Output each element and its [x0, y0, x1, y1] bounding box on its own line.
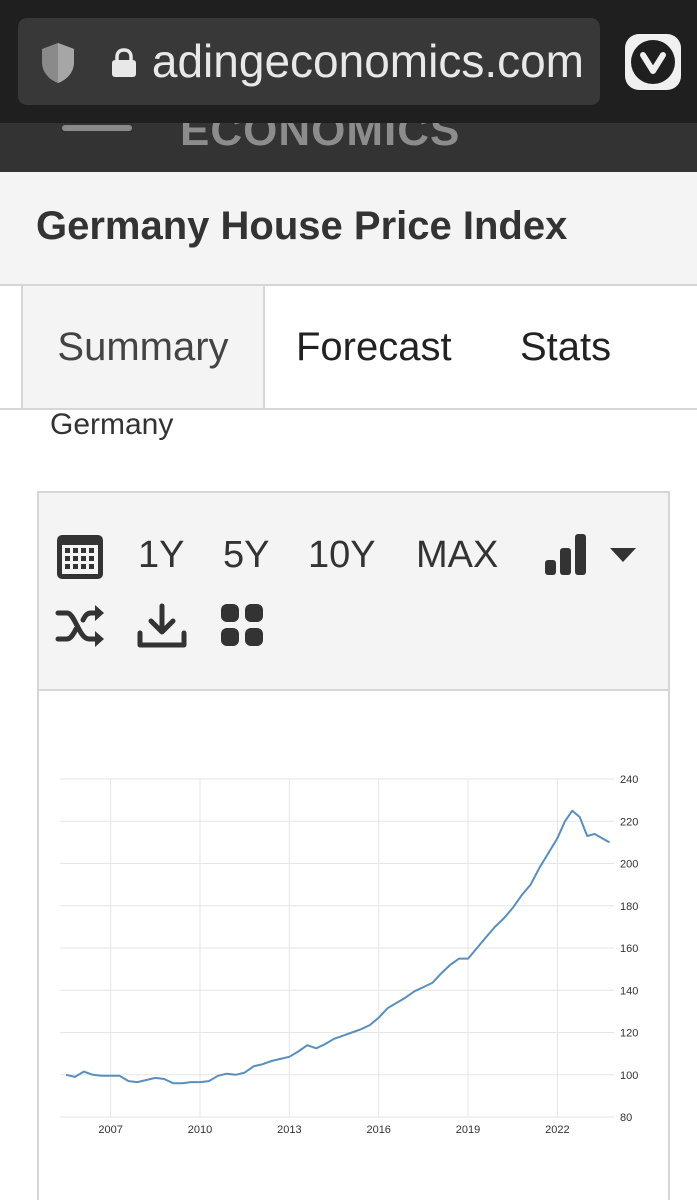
- tab-stats[interactable]: Stats: [520, 286, 611, 408]
- x-tick-label: 2019: [456, 1124, 480, 1136]
- house-price-line-chart: 80 100 120 140 160 180 200 220 240 2007 2010 2013 20…: [60, 774, 638, 1136]
- page-title: Germany House Price Index: [36, 204, 568, 248]
- site-logo[interactable]: ECONOMICS: [180, 123, 460, 153]
- url-text[interactable]: tradingeconomics.com: [152, 32, 584, 90]
- y-tick-label: 140: [620, 985, 638, 997]
- x-tick-label: 2013: [277, 1124, 301, 1136]
- y-tick-label: 160: [620, 943, 638, 955]
- site-header: ECONOMICS: [0, 123, 697, 172]
- x-tick-label: 2007: [98, 1124, 122, 1136]
- y-tick-label: 240: [620, 774, 638, 786]
- shield-icon[interactable]: [40, 42, 76, 84]
- shuffle-icon[interactable]: [55, 605, 105, 647]
- dropdown-caret-icon[interactable]: [609, 547, 637, 563]
- calendar-icon[interactable]: [55, 531, 105, 581]
- y-tick-label: 220: [620, 816, 638, 828]
- y-tick-label: 80: [620, 1112, 632, 1124]
- series-line: [65, 809, 610, 1085]
- y-tick-label: 200: [620, 859, 638, 871]
- address-bar[interactable]: tradingeconomics.com: [18, 18, 600, 105]
- title-bar: Germany House Price Index: [0, 172, 697, 286]
- hamburger-menu-icon[interactable]: [62, 125, 132, 131]
- tab-bar: Summary Forecast Stats: [0, 286, 697, 410]
- bar-chart-icon[interactable]: [544, 531, 588, 577]
- download-icon[interactable]: [137, 603, 187, 649]
- tab-forecast[interactable]: Forecast: [296, 286, 452, 408]
- country-label: Germany: [50, 408, 174, 441]
- vivaldi-logo-icon: [631, 40, 675, 84]
- x-tick-label: 2010: [188, 1124, 212, 1136]
- range-5y-button[interactable]: 5Y: [223, 533, 269, 577]
- chart-toolbar: 1Y 5Y 10Y MAX: [39, 493, 668, 691]
- tab-summary[interactable]: Summary: [21, 286, 265, 408]
- y-tick-label: 180: [620, 901, 638, 913]
- grid-icon[interactable]: [220, 603, 264, 647]
- y-tick-label: 120: [620, 1028, 638, 1040]
- x-tick-label: 2016: [366, 1124, 390, 1136]
- range-1y-button[interactable]: 1Y: [138, 533, 184, 577]
- range-10y-button[interactable]: 10Y: [308, 533, 376, 577]
- lock-icon: [112, 48, 136, 77]
- y-tick-label: 100: [620, 1070, 638, 1082]
- x-tick-label: 2022: [545, 1124, 569, 1136]
- chart-widget: 1Y 5Y 10Y MAX 80 100 120 140 160 180 200…: [37, 491, 670, 1200]
- range-max-button[interactable]: MAX: [416, 533, 498, 577]
- vivaldi-menu-button[interactable]: [625, 34, 681, 90]
- browser-toolbar: tradingeconomics.com: [0, 0, 697, 123]
